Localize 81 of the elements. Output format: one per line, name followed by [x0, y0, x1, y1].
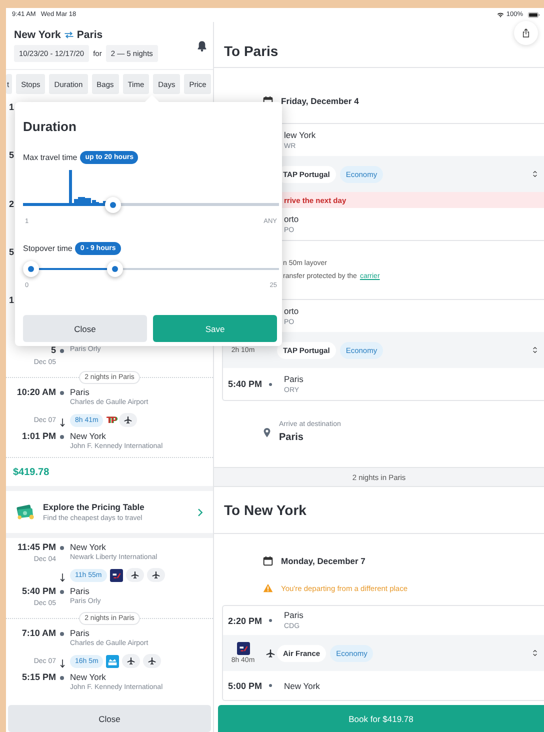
price: $419.78 — [13, 466, 50, 478]
slider-thumb[interactable] — [107, 261, 124, 277]
timeline-dot — [60, 632, 64, 636]
expand-icon[interactable] — [532, 346, 538, 354]
destination-city: Paris — [76, 29, 103, 41]
city-name: lew York — [284, 130, 317, 140]
departure-time: 5:15 PM — [22, 672, 56, 683]
share-button[interactable] — [514, 20, 538, 44]
battery-icon — [528, 12, 540, 18]
timeline-dot — [60, 676, 64, 680]
timeline-dot — [60, 391, 64, 395]
bell-icon[interactable] — [197, 40, 207, 52]
city-name: Paris — [70, 387, 90, 397]
slider-label: Stopover time — [23, 244, 72, 252]
departure-time: 11:45 PM — [17, 542, 56, 553]
timeline-dot — [268, 382, 272, 386]
location-pin-icon — [263, 426, 271, 438]
city-name: New York — [70, 542, 107, 552]
departure-time: 5 — [50, 345, 56, 356]
promo-title: Explore the Pricing Table — [43, 502, 146, 512]
city-name: orto — [284, 306, 300, 316]
departure-time: 5:40 PM — [22, 586, 56, 597]
city-name: Paris — [70, 628, 90, 638]
plane-icon — [266, 648, 274, 658]
section-title: To Paris — [224, 42, 278, 58]
crown-logo-icon — [106, 654, 120, 668]
down-arrow-icon — [60, 572, 64, 582]
city-name: New York — [70, 431, 107, 441]
city-name: New York — [284, 680, 321, 690]
departure-time: 10:20 AM — [16, 387, 56, 398]
calendar-icon — [263, 556, 273, 566]
expand-icon[interactable] — [532, 649, 538, 657]
plane-icon — [146, 568, 165, 582]
departure-time: 7:10 AM — [22, 628, 56, 639]
flight-date: Monday, December 7 — [281, 556, 366, 566]
airline-logo: TP — [106, 415, 116, 425]
plane-icon — [122, 654, 140, 668]
airline-logo-icon — [236, 642, 250, 655]
slider-label: Max travel time — [23, 152, 78, 162]
timeline-dot — [268, 619, 272, 622]
airline-logo-icon — [110, 568, 123, 582]
departure-time: 5 — [9, 246, 16, 257]
origin-city: New York — [14, 29, 61, 41]
city-name: Paris — [284, 374, 304, 384]
timeline-dot — [268, 684, 272, 687]
swap-icon[interactable] — [64, 31, 74, 39]
departure-time: 1 — [9, 295, 16, 305]
chevron-right-icon — [197, 508, 203, 516]
down-arrow-icon — [60, 658, 64, 668]
slider-thumb[interactable] — [104, 197, 121, 213]
flight-date: Friday, December 4 — [281, 96, 359, 106]
plane-icon — [143, 654, 162, 668]
wifi-icon — [497, 12, 504, 18]
city-name: New York — [70, 672, 107, 682]
timeline-dot — [60, 546, 64, 550]
timeline-dot — [60, 590, 64, 594]
departure-time: 1:01 PM — [22, 431, 56, 442]
departure-time: 1 — [9, 102, 16, 112]
departure-time: 2 — [9, 198, 16, 208]
destination-city: Paris — [279, 432, 304, 443]
departure-time: 2:20 PM — [226, 616, 262, 626]
timeline-dot — [60, 349, 64, 353]
city-name: Paris — [70, 586, 90, 596]
money-icon — [15, 504, 35, 520]
close-button[interactable]: Close — [23, 315, 147, 342]
down-arrow-icon — [60, 418, 64, 426]
share-icon — [522, 28, 530, 38]
plane-icon — [118, 413, 137, 427]
departure-time: 5 — [9, 150, 16, 160]
popover-title: Duration — [23, 118, 78, 136]
departure-time: 5:00 PM — [226, 680, 262, 690]
city-name: Paris — [284, 610, 304, 620]
close-button[interactable]: Close — [8, 705, 211, 732]
timeline-dot — [60, 435, 64, 439]
slider-thumb[interactable] — [23, 261, 39, 277]
warning-icon — [263, 583, 273, 593]
section-title: To New York — [224, 502, 306, 518]
plane-icon — [126, 568, 144, 582]
expand-icon[interactable] — [532, 170, 538, 178]
departure-time: 5:40 PM — [226, 379, 262, 389]
city-name: orto — [284, 214, 300, 224]
